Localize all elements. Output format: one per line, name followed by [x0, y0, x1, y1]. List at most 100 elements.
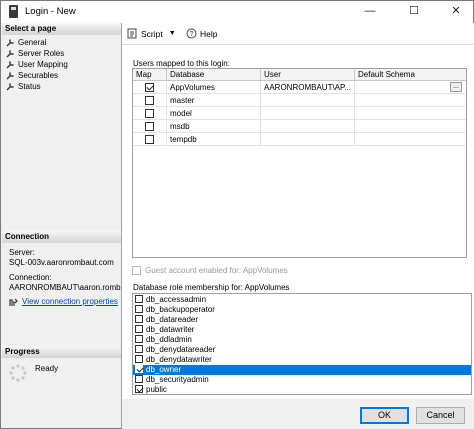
role-label: db_accessadmin — [146, 295, 207, 304]
view-connection-link[interactable]: View connection properties — [22, 297, 118, 307]
role-label: db_securityadmin — [146, 375, 209, 384]
sidebar-item-user-mapping[interactable]: User Mapping — [6, 59, 68, 70]
role-item-db-denydatareader[interactable]: db_denydatareader — [133, 345, 471, 355]
table-row[interactable]: model — [133, 107, 466, 120]
col-map[interactable]: Map — [133, 69, 167, 81]
chevron-down-icon[interactable]: ▼ — [169, 30, 176, 37]
user-cell[interactable] — [261, 133, 355, 146]
role-checkbox[interactable] — [135, 345, 143, 353]
role-checkbox[interactable] — [135, 355, 143, 363]
role-item-db-datawriter[interactable]: db_datawriter — [133, 325, 471, 335]
role-item-db-accessadmin[interactable]: db_accessadmin — [133, 295, 471, 305]
select-page-header: Select a page — [2, 23, 121, 35]
role-item-db-denydatawriter[interactable]: db_denydatawriter — [133, 355, 471, 365]
close-button[interactable]: ✕ — [441, 1, 471, 23]
schema-cell[interactable] — [355, 107, 466, 120]
sidebar-item-status[interactable]: Status — [6, 81, 41, 92]
progress-spinner-icon — [9, 364, 27, 382]
database-cell: msdb — [167, 120, 261, 133]
server-label: Server: — [9, 248, 35, 257]
map-checkbox[interactable] — [145, 109, 154, 118]
sidebar-item-label: General — [18, 38, 47, 47]
role-label: db_datareader — [146, 315, 199, 324]
sidebar-item-label: User Mapping — [18, 60, 68, 69]
sidebar-item-label: Securables — [18, 71, 59, 80]
wrench-icon — [6, 61, 14, 69]
map-checkbox[interactable] — [145, 122, 154, 131]
user-cell[interactable] — [261, 107, 355, 120]
table-row[interactable]: master — [133, 94, 466, 107]
guest-checkbox[interactable] — [132, 266, 141, 275]
col-default-schema[interactable]: Default Schema — [355, 69, 466, 81]
table-row[interactable]: AppVolumes AARONROMBAUT\AP...... — [133, 81, 466, 94]
ok-button[interactable]: OK — [360, 407, 409, 424]
window-title: Login - New — [25, 6, 76, 17]
role-checkbox[interactable] — [135, 365, 143, 373]
role-item-db-ddladmin[interactable]: db_ddladmin — [133, 335, 471, 345]
role-item-db-datareader[interactable]: db_datareader — [133, 315, 471, 325]
wrench-icon — [6, 39, 14, 47]
role-checkbox[interactable] — [135, 325, 143, 333]
schema-cell[interactable] — [355, 133, 466, 146]
toolbar: Script ▼ ? Help — [122, 23, 474, 45]
user-cell[interactable]: AARONROMBAUT\AP... — [261, 81, 355, 94]
table-row[interactable]: tempdb — [133, 133, 466, 146]
role-label: db_owner — [146, 365, 182, 374]
role-item-db-securityadmin[interactable]: db_securityadmin — [133, 375, 471, 385]
database-cell: AppVolumes — [167, 81, 261, 94]
col-database[interactable]: Database — [167, 69, 261, 81]
main-panel: Script ▼ ? Help Users mapped to this log… — [122, 23, 474, 399]
role-label: db_ddladmin — [146, 335, 192, 344]
database-cell: master — [167, 94, 261, 107]
role-checkbox[interactable] — [135, 305, 143, 313]
role-checkbox[interactable] — [135, 375, 143, 383]
user-cell[interactable] — [261, 120, 355, 133]
login-new-window: Login - New — ☐ ✕ Select a page General S… — [0, 0, 474, 429]
role-checkbox[interactable] — [135, 385, 143, 393]
ssms-app-icon — [9, 5, 18, 18]
minimize-button[interactable]: — — [355, 1, 385, 23]
sidebar-item-server-roles[interactable]: Server Roles — [6, 48, 64, 59]
database-cell: model — [167, 107, 261, 120]
role-item-public[interactable]: public — [133, 385, 471, 395]
sidebar: Select a page General Server Roles User Ma… — [2, 23, 122, 428]
table-row[interactable]: msdb — [133, 120, 466, 133]
database-cell: tempdb — [167, 133, 261, 146]
role-checkbox[interactable] — [135, 295, 143, 303]
map-checkbox[interactable] — [145, 83, 154, 92]
role-label: db_backupoperator — [146, 305, 215, 314]
map-checkbox[interactable] — [145, 135, 154, 144]
guest-label: Guest account enabled for: AppVolumes — [145, 266, 288, 275]
col-user[interactable]: User — [261, 69, 355, 81]
help-button[interactable]: ? Help — [186, 28, 217, 39]
script-icon — [127, 28, 137, 39]
guest-account-row: Guest account enabled for: AppVolumes — [132, 266, 288, 275]
title-bar: Login - New — ☐ ✕ — [1, 1, 473, 23]
schema-cell[interactable] — [355, 94, 466, 107]
schema-cell[interactable]: ... — [355, 81, 466, 94]
dialog-footer: OK Cancel — [122, 399, 474, 429]
schema-browse-button[interactable]: ... — [450, 82, 462, 92]
role-checkbox[interactable] — [135, 335, 143, 343]
view-connection-properties[interactable]: View connection properties — [9, 297, 118, 307]
role-item-db-owner[interactable]: db_owner — [133, 365, 471, 375]
role-label: public — [146, 385, 167, 394]
sidebar-item-securables[interactable]: Securables — [6, 70, 58, 81]
role-item-db-backupoperator[interactable]: db_backupoperator — [133, 305, 471, 315]
svg-text:?: ? — [190, 31, 194, 38]
script-button[interactable]: Script ▼ — [127, 28, 176, 39]
schema-cell[interactable] — [355, 120, 466, 133]
maximize-button[interactable]: ☐ — [399, 1, 429, 23]
connection-header: Connection — [2, 231, 121, 243]
users-mapped-label: Users mapped to this login: — [133, 59, 230, 68]
sidebar-item-general[interactable]: General — [6, 37, 46, 48]
map-cell — [133, 81, 167, 94]
connection-label: Connection: — [9, 273, 52, 282]
progress-header: Progress — [2, 346, 121, 358]
role-checkbox[interactable] — [135, 315, 143, 323]
map-checkbox[interactable] — [145, 96, 154, 105]
role-membership-label: Database role membership for: AppVolumes — [133, 283, 290, 292]
user-cell[interactable] — [261, 94, 355, 107]
cancel-button[interactable]: Cancel — [416, 407, 465, 424]
connection-value: AARONROMBAUT\aaron.rombau — [9, 283, 121, 292]
